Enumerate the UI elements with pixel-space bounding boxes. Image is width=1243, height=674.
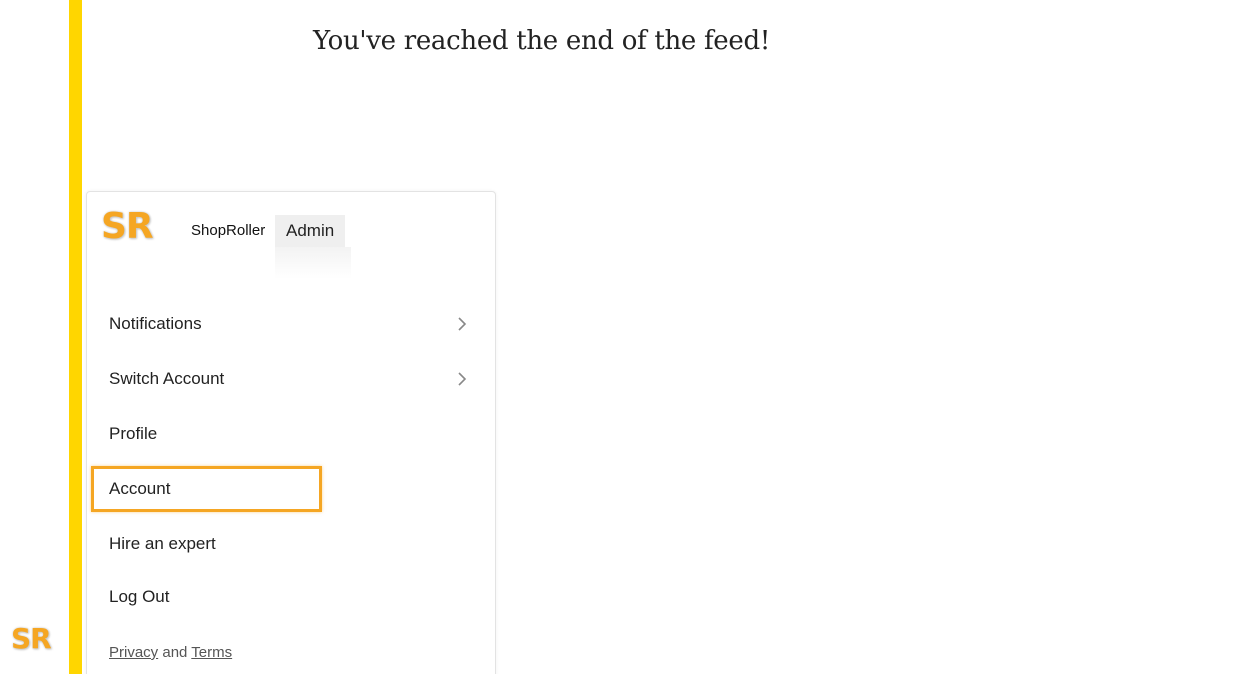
menu-item-label: Log Out: [109, 587, 170, 606]
sidebar-accent-bar: [69, 0, 82, 674]
chevron-right-icon: [458, 317, 467, 331]
menu-item-label: Account: [109, 479, 171, 498]
sidebar-logo[interactable]: SR: [11, 622, 52, 655]
menu-header: SR ShopRoller Admin: [87, 192, 495, 282]
admin-badge-fade: [275, 247, 351, 279]
chevron-right-icon: [458, 372, 467, 386]
menu-item-label: Switch Account: [109, 369, 225, 388]
menu-item-label: Hire an expert: [109, 534, 216, 553]
menu-item-log-out[interactable]: Log Out: [109, 577, 469, 617]
shop-name: ShopRoller: [191, 222, 266, 239]
menu-item-label: Profile: [109, 424, 158, 443]
menu-item-label: Notifications: [109, 314, 202, 333]
privacy-link[interactable]: Privacy: [109, 644, 158, 661]
terms-link[interactable]: Terms: [191, 644, 232, 661]
shop-logo: SR: [101, 206, 154, 247]
role-badge: Admin: [275, 215, 346, 247]
feed-end-message: You've reached the end of the feed!: [313, 26, 770, 56]
menu-item-account[interactable]: Account: [109, 469, 469, 509]
menu-item-profile[interactable]: Profile: [109, 414, 469, 454]
footer-links: Privacy and Terms: [109, 644, 232, 661]
menu-item-notifications[interactable]: Notifications: [109, 304, 469, 344]
footer-and-text: and: [162, 644, 188, 661]
menu-item-hire-expert[interactable]: Hire an expert: [109, 524, 469, 564]
menu-item-switch-account[interactable]: Switch Account: [109, 359, 469, 399]
account-menu-panel: SR ShopRoller Admin Notifications Switch…: [86, 191, 496, 674]
